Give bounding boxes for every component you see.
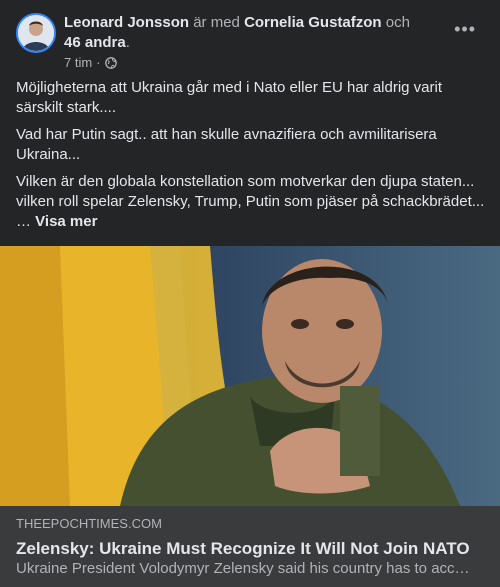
link-preview-image[interactable] bbox=[0, 246, 500, 506]
with-text: är med bbox=[193, 14, 240, 31]
avatar-image bbox=[18, 15, 54, 51]
paragraph-3: Vilken är den globala konstellation som … bbox=[16, 172, 486, 232]
more-options-icon[interactable]: ••• bbox=[454, 20, 476, 38]
and-text: och bbox=[385, 14, 410, 31]
others-link[interactable]: 46 andra bbox=[64, 34, 126, 51]
post-author-line: Leonard Jonsson är med Cornelia Gustafzo… bbox=[64, 13, 444, 53]
post-meta: 7 tim · bbox=[64, 55, 117, 70]
paragraph-1: Möjligheterna att Ukraina går med i Nato… bbox=[16, 79, 443, 116]
link-domain: THEEPOCHTIMES.COM bbox=[16, 516, 162, 531]
tagged-name[interactable]: Cornelia Gustafzon bbox=[244, 14, 382, 31]
post-body: Möjligheterna att Ukraina går med i Nato… bbox=[16, 78, 486, 239]
author-name[interactable]: Leonard Jonsson bbox=[64, 14, 189, 31]
post-card: Leonard Jonsson är med Cornelia Gustafzo… bbox=[0, 0, 500, 587]
period: . bbox=[125, 34, 130, 51]
meta-dot: · bbox=[96, 55, 101, 70]
post-header: Leonard Jonsson är med Cornelia Gustafzo… bbox=[16, 13, 484, 73]
ellipsis: … bbox=[16, 213, 31, 230]
paragraph-3-text: Vilken är den globala konstellation som … bbox=[16, 173, 485, 210]
see-more-link[interactable]: Visa mer bbox=[35, 213, 97, 230]
post-time[interactable]: 7 tim bbox=[64, 55, 92, 70]
link-description: Ukraine President Volodymyr Zelensky sai… bbox=[16, 560, 470, 577]
photo-illustration bbox=[0, 246, 500, 506]
globe-icon[interactable] bbox=[104, 56, 117, 69]
link-preview-box[interactable]: THEEPOCHTIMES.COM Zelensky: Ukraine Must… bbox=[0, 506, 500, 587]
link-headline[interactable]: Zelensky: Ukraine Must Recognize It Will… bbox=[16, 538, 484, 560]
paragraph-2: Vad har Putin sagt.. att han skulle avna… bbox=[16, 126, 437, 163]
author-avatar[interactable] bbox=[16, 13, 56, 53]
